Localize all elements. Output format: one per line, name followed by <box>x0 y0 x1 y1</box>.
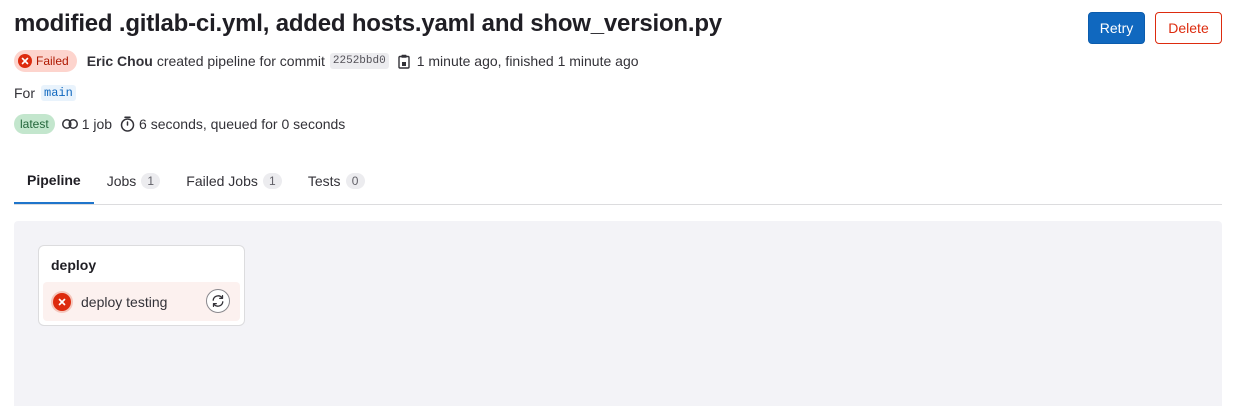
pipeline-title: modified .gitlab-ci.yml, added hosts.yam… <box>14 10 722 37</box>
tab-count-badge: 0 <box>345 173 365 189</box>
tab-count-badge: 1 <box>141 173 161 189</box>
pipeline-meta: Failed Eric Chou created pipeline for co… <box>14 50 639 72</box>
copy-to-clipboard-icon[interactable] <box>398 54 410 69</box>
job-count: 1 job <box>81 116 113 132</box>
stage-column: deploy deploy testing <box>38 245 245 326</box>
tab-pipeline[interactable]: Pipeline <box>14 158 94 204</box>
timer-icon <box>120 116 135 132</box>
delete-button[interactable]: Delete <box>1155 12 1222 44</box>
pipeline-time: 1 minute ago, finished 1 minute ago <box>416 53 639 69</box>
latest-badge: latest <box>14 114 55 134</box>
status-badge[interactable]: Failed <box>14 50 77 72</box>
commit-sha-link[interactable]: 2252bbd0 <box>329 53 389 69</box>
tab-count-badge: 1 <box>262 173 282 189</box>
tab-failed-jobs[interactable]: Failed Jobs 1 <box>173 158 295 204</box>
branch-link[interactable]: main <box>41 85 76 101</box>
pipeline-jobs-icon <box>61 119 78 129</box>
author-link[interactable]: Eric Chou <box>87 53 153 69</box>
created-text: created pipeline for commit <box>156 53 325 69</box>
for-label: For <box>14 85 35 101</box>
tab-label: Failed Jobs <box>186 173 258 189</box>
retry-button[interactable]: Retry <box>1088 12 1145 44</box>
duration-text: 6 seconds, queued for 0 seconds <box>139 116 346 132</box>
ref-row: For main <box>14 85 76 101</box>
job-name: deploy testing <box>81 293 168 310</box>
tab-tests[interactable]: Tests 0 <box>295 158 378 204</box>
tab-label: Tests <box>307 173 341 189</box>
pipeline-info: latest 1 job 6 seconds, queued for 0 sec… <box>14 114 345 134</box>
pipeline-tabs: Pipeline Jobs 1 Failed Jobs 1 Tests 0 <box>14 158 1222 205</box>
pipeline-graph: deploy deploy testing <box>14 221 1222 406</box>
job-item[interactable]: deploy testing <box>43 282 240 321</box>
status-label: Failed <box>36 54 69 68</box>
tab-label: Pipeline <box>27 172 81 188</box>
retry-icon[interactable] <box>206 289 230 313</box>
tab-label: Jobs <box>106 173 137 189</box>
status-failed-icon <box>53 292 71 311</box>
stage-name: deploy <box>51 257 97 273</box>
status-failed-icon <box>18 54 32 68</box>
tab-jobs[interactable]: Jobs 1 <box>94 158 174 204</box>
